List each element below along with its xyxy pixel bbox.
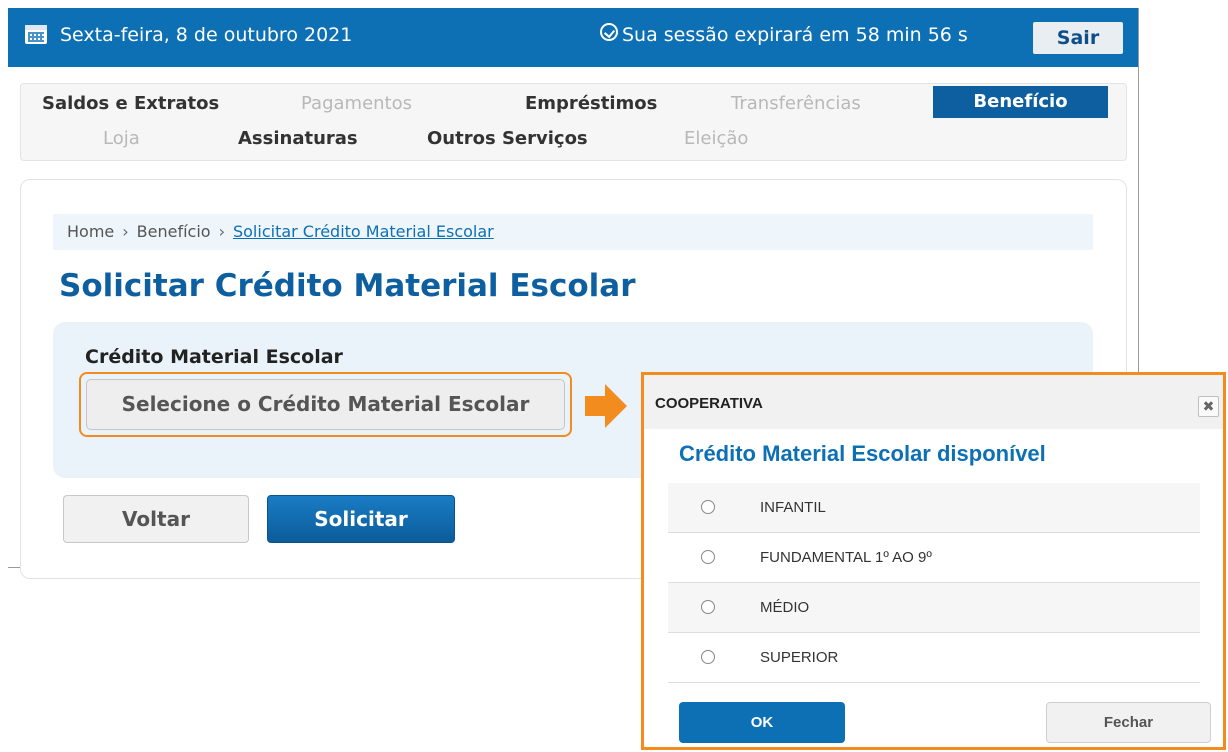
clock-icon: [600, 23, 618, 41]
current-date: Sexta-feira, 8 de outubro 2021: [60, 24, 353, 46]
dialog-header: COOPERATIVA ✖: [644, 375, 1223, 429]
nav-item-assinaturas[interactable]: Assinaturas: [238, 128, 358, 149]
radio-button[interactable]: [701, 650, 715, 664]
option-medio[interactable]: MÉDIO: [668, 583, 1200, 633]
option-label: INFANTIL: [760, 499, 826, 516]
back-button[interactable]: Voltar: [63, 495, 249, 543]
option-fundamental[interactable]: FUNDAMENTAL 1º AO 9º: [668, 533, 1200, 583]
credit-dialog: COOPERATIVA ✖ Crédito Material Escolar d…: [641, 372, 1226, 750]
breadcrumb-current[interactable]: Solicitar Crédito Material Escolar: [233, 222, 494, 241]
nav-item-emprestimos[interactable]: Empréstimos: [525, 93, 657, 114]
page-title: Solicitar Crédito Material Escolar: [59, 268, 636, 304]
radio-button[interactable]: [701, 500, 715, 514]
option-label: SUPERIOR: [760, 649, 839, 666]
nav-item-outros-servicos[interactable]: Outros Serviços: [427, 128, 588, 149]
options-list: INFANTIL FUNDAMENTAL 1º AO 9º MÉDIO SUPE…: [668, 483, 1200, 683]
dialog-header-title: COOPERATIVA: [655, 395, 763, 412]
option-label: FUNDAMENTAL 1º AO 9º: [760, 549, 932, 566]
dialog-title: Crédito Material Escolar disponível: [679, 441, 1046, 466]
option-infantil[interactable]: INFANTIL: [668, 483, 1200, 533]
nav-item-transferencias: Transferências: [731, 93, 861, 114]
session-timer: Sua sessão expirará em 58 min 56 s: [622, 24, 968, 46]
breadcrumb: Home › Benefício › Solicitar Crédito Materia…: [53, 214, 1093, 250]
option-superior[interactable]: SUPERIOR: [668, 633, 1200, 683]
nav-item-saldos-extratos[interactable]: Saldos e Extratos: [42, 93, 219, 114]
submit-button[interactable]: Solicitar: [267, 495, 455, 543]
nav-item-beneficio[interactable]: Benefício: [933, 86, 1108, 118]
nav-item-eleicao: Eleição: [684, 128, 749, 149]
select-credit-button[interactable]: Selecione o Crédito Material Escolar: [86, 379, 565, 430]
breadcrumb-separator: ›: [122, 222, 129, 241]
main-nav: Saldos e Extratos Pagamentos Empréstimos…: [20, 83, 1127, 161]
nav-item-pagamentos: Pagamentos: [301, 93, 412, 114]
close-icon[interactable]: ✖: [1198, 396, 1219, 417]
logout-button[interactable]: Sair: [1033, 22, 1123, 54]
breadcrumb-home[interactable]: Home: [67, 222, 114, 241]
option-label: MÉDIO: [760, 599, 810, 616]
radio-button[interactable]: [701, 600, 715, 614]
nav-item-loja: Loja: [103, 128, 140, 149]
ok-button[interactable]: OK: [679, 702, 845, 743]
top-bar: Sexta-feira, 8 de outubro 2021 Sua sessã…: [8, 8, 1138, 67]
calendar-icon: [25, 25, 47, 44]
breadcrumb-beneficio[interactable]: Benefício: [137, 222, 211, 241]
field-label: Crédito Material Escolar: [85, 346, 343, 368]
breadcrumb-separator: ›: [218, 222, 225, 241]
close-dialog-button[interactable]: Fechar: [1046, 702, 1211, 743]
arrow-right-icon: [585, 384, 627, 428]
radio-button[interactable]: [701, 550, 715, 564]
